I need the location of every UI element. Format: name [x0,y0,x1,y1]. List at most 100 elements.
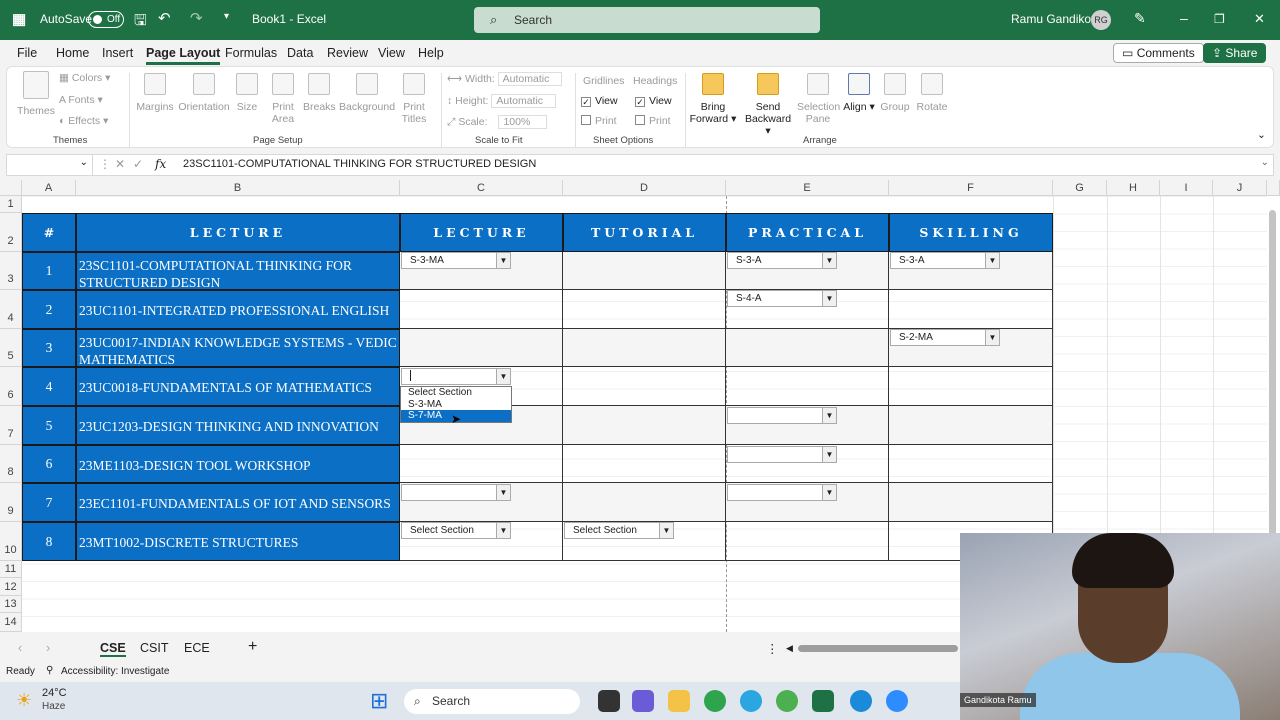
practical-dropdown[interactable]: S-3-A ▼ [727,252,837,269]
menu-insert[interactable]: Insert [102,46,133,60]
column-header[interactable]: B [76,180,400,196]
lecture-dropdown[interactable]: ▼ [401,484,511,501]
avatar[interactable]: RG [1091,10,1111,30]
course-cell[interactable]: 23ME1103-DESIGN TOOL WORKSHOP [76,445,400,483]
sheet-tab-ece[interactable]: ECE [184,641,210,655]
gridlines-print-checkbox[interactable]: Print [581,115,617,127]
skilling-cell[interactable] [889,367,1053,406]
row-number-cell[interactable]: 5 [22,406,76,445]
menu-review[interactable]: Review [327,46,368,60]
size-button[interactable]: Size [233,73,261,113]
course-cell[interactable]: 23UC1101-INTEGRATED PROFESSIONAL ENGLISH [76,290,400,329]
menu-help[interactable]: Help [418,46,444,60]
send-backward-button[interactable]: Send Backward ▾ [743,73,793,137]
print-area-button[interactable]: Print Area [265,73,301,125]
row-header[interactable]: 8 [0,445,22,483]
selection-pane-button[interactable]: Selection Pane [797,73,840,125]
effects-button[interactable]: ◐ Effects ▾ [59,115,108,127]
name-box[interactable]: ⌄ [7,155,93,175]
practical-dropdown[interactable]: S-4-A ▼ [727,290,837,307]
dropdown-arrow-icon[interactable]: ▼ [985,253,999,268]
tutorial-cell[interactable] [563,445,726,483]
excel-taskbar-icon[interactable] [812,690,834,712]
align-button[interactable]: Align ▾ [843,73,875,113]
sheet-tab-cse[interactable]: CSE [100,641,126,657]
dropdown-arrow-icon[interactable]: ▼ [659,523,673,538]
row-header[interactable]: 6 [0,367,22,406]
enter-icon[interactable]: ✓ [133,157,143,171]
gridlines-view-checkbox[interactable]: ✓ View [581,95,618,107]
dropdown-arrow-icon[interactable]: ▼ [822,447,836,462]
scroll-left-icon[interactable]: ◀ [786,643,793,654]
sheet-tab-csit[interactable]: CSIT [140,641,168,655]
weather-temp[interactable]: 24°C [42,687,67,699]
practical-cell[interactable] [726,329,889,367]
tutorial-dropdown[interactable]: Select Section ▼ [564,522,674,539]
horizontal-scrollbar-thumb[interactable] [798,645,958,652]
share-button[interactable]: ⇪ Share [1203,43,1267,63]
select-all-corner[interactable] [0,180,22,196]
lecture-cell[interactable] [400,329,563,367]
lecture-dropdown[interactable]: ▼ [401,368,511,385]
skilling-cell[interactable] [889,445,1053,483]
skilling-dropdown[interactable]: S-2-MA ▼ [890,329,1000,346]
taskbar-search[interactable]: ⌕ Search [404,689,580,714]
background-button[interactable]: Background [339,73,395,113]
menu-home[interactable]: Home [56,46,89,60]
group-button[interactable]: Group [879,73,911,113]
row-header[interactable]: 2 [0,213,22,252]
menu-data[interactable]: Data [287,46,313,60]
close-button[interactable]: ✕ [1254,11,1265,27]
collapse-ribbon-icon[interactable]: ⌄ [1257,129,1266,141]
practical-dropdown[interactable]: ▼ [727,446,837,463]
row-header[interactable]: 5 [0,329,22,367]
row-header[interactable]: 9 [0,483,22,522]
tutorial-cell[interactable] [563,483,726,522]
tutorial-cell[interactable] [563,329,726,367]
accessibility-status[interactable]: Accessibility: Investigate [61,666,169,677]
dropdown-option[interactable]: S-3-MA [401,399,511,411]
chrome-profile-icon[interactable] [776,690,798,712]
chrome-icon[interactable] [704,690,726,712]
header-cell[interactable]: PRACTICAL [726,213,889,252]
scale-control[interactable]: ⤢ Scale: 100% [447,115,548,129]
course-cell[interactable]: 23UC0017-INDIAN KNOWLEDGE SYSTEMS - VEDI… [76,329,400,367]
undo-icon[interactable]: ↶ [158,9,171,27]
skilling-cell[interactable] [889,290,1053,329]
row-header[interactable]: 3 [0,252,22,290]
column-header[interactable]: C [400,180,563,196]
telegram-icon[interactable] [740,690,762,712]
orientation-button[interactable]: Orientation [175,73,233,113]
margins-button[interactable]: Margins [135,73,175,113]
row-header[interactable]: 14 [0,613,22,632]
practical-dropdown[interactable]: ▼ [727,407,837,424]
autosave-toggle[interactable]: Off [88,11,124,28]
row-header[interactable]: 12 [0,578,22,596]
menu-file[interactable]: File [17,46,37,60]
comments-button[interactable]: ▭ Comments [1113,43,1204,63]
minimize-button[interactable]: – [1180,10,1188,26]
lecture-dropdown[interactable]: Select Section ▼ [401,522,511,539]
row-number-cell[interactable]: 4 [22,367,76,406]
formula-content[interactable]: 23SC1101-COMPUTATIONAL THINKING FOR STRU… [183,158,536,170]
lecture-dropdown[interactable]: S-3-MA ▼ [401,252,511,269]
row-number-cell[interactable]: 3 [22,329,76,367]
row-header[interactable]: 1 [0,196,22,213]
fonts-button[interactable]: A Fonts ▾ [59,94,103,106]
tutorial-cell[interactable] [563,252,726,290]
lecture-cell[interactable] [400,445,563,483]
row-number-cell[interactable]: 8 [22,522,76,561]
column-header[interactable]: I [1160,180,1213,196]
save-icon[interactable]: 🖫 [134,10,147,35]
windows-start-icon[interactable]: ⊞ [370,690,392,712]
skilling-cell[interactable] [889,483,1053,522]
tutorial-cell[interactable] [563,406,726,445]
menu-page-layout[interactable]: Page Layout [146,46,221,65]
dropdown-arrow-icon[interactable]: ▼ [496,523,510,538]
tutorial-cell[interactable] [563,290,726,329]
row-header[interactable]: 7 [0,406,22,445]
next-sheet-icon[interactable]: › [46,641,50,655]
row-header[interactable]: 10 [0,522,22,561]
lecture-cell[interactable] [400,290,563,329]
dropdown-arrow-icon[interactable]: ▼ [496,369,510,384]
